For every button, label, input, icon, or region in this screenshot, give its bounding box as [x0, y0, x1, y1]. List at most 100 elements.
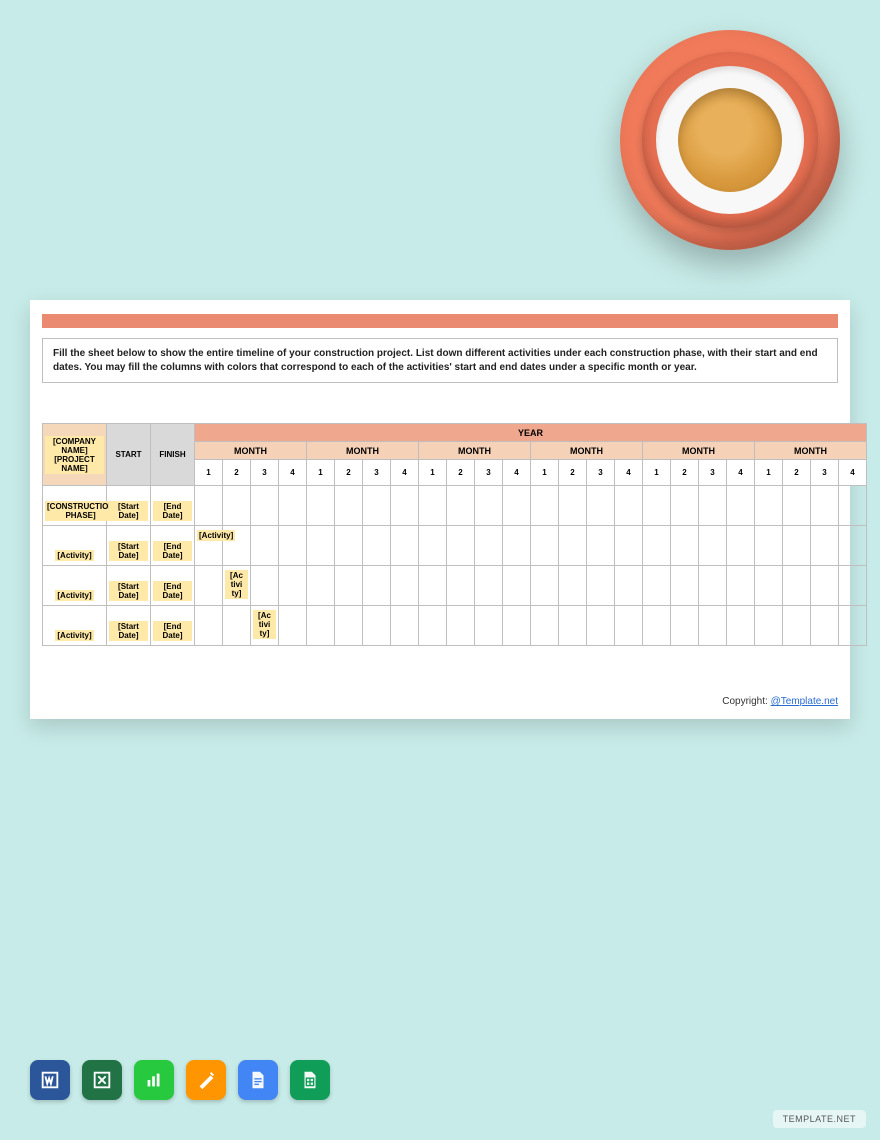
empty-cell: [755, 526, 783, 566]
empty-cell: [839, 566, 867, 606]
empty-cell: [531, 606, 559, 646]
empty-cell: [419, 526, 447, 566]
empty-cell: [811, 606, 839, 646]
empty-cell: [363, 566, 391, 606]
empty-cell: [531, 526, 559, 566]
header-week: 4: [615, 460, 643, 486]
empty-cell: [811, 486, 839, 526]
empty-cell: [615, 566, 643, 606]
instruction-text: Fill the sheet below to show the entire …: [42, 338, 838, 383]
empty-cell: [783, 486, 811, 526]
row-end: [End Date]: [151, 486, 195, 526]
row-start: [Start Date]: [107, 526, 151, 566]
empty-cell: [307, 486, 335, 526]
empty-cell: [307, 606, 335, 646]
empty-cell: [391, 526, 419, 566]
empty-cell: [755, 606, 783, 646]
empty-cell: [251, 526, 279, 566]
header-week: 4: [279, 460, 307, 486]
watermark: TEMPLATE.NET: [773, 1110, 866, 1128]
empty-cell: [223, 486, 251, 526]
app-icons-row: [30, 1060, 330, 1100]
empty-cell: [363, 606, 391, 646]
empty-cell: [643, 486, 671, 526]
header-week: 2: [335, 460, 363, 486]
header-month: MONTH: [419, 442, 531, 460]
copyright-link[interactable]: @Template.net: [771, 696, 838, 707]
empty-cell: [251, 566, 279, 606]
empty-cell: [531, 566, 559, 606]
empty-cell: [475, 526, 503, 566]
table-row: [Activity][Start Date][End Date][Ac tivi…: [43, 606, 867, 646]
empty-cell: [783, 606, 811, 646]
pages-icon[interactable]: [186, 1060, 226, 1100]
empty-cell: [643, 566, 671, 606]
empty-cell: [251, 486, 279, 526]
activity-cell: [Ac tivi ty]: [251, 606, 279, 646]
header-week: 4: [727, 460, 755, 486]
empty-cell: [307, 566, 335, 606]
table-row: [Activity][Start Date][End Date][Ac tivi…: [43, 566, 867, 606]
header-week: 3: [363, 460, 391, 486]
empty-cell: [195, 566, 223, 606]
empty-cell: [699, 486, 727, 526]
excel-icon[interactable]: [82, 1060, 122, 1100]
empty-cell: [783, 566, 811, 606]
header-week: 4: [391, 460, 419, 486]
empty-cell: [755, 486, 783, 526]
header-week: 1: [307, 460, 335, 486]
empty-cell: [475, 566, 503, 606]
empty-cell: [335, 526, 363, 566]
empty-cell: [615, 486, 643, 526]
word-icon[interactable]: [30, 1060, 70, 1100]
empty-cell: [727, 526, 755, 566]
header-week: 2: [223, 460, 251, 486]
header-week: 4: [839, 460, 867, 486]
empty-cell: [559, 566, 587, 606]
header-company-project: [COMPANY NAME] [PROJECT NAME]: [43, 424, 107, 486]
gantt-table: [COMPANY NAME] [PROJECT NAME]STARTFINISH…: [42, 423, 867, 646]
empty-cell: [475, 486, 503, 526]
header-week: 1: [419, 460, 447, 486]
header-month: MONTH: [755, 442, 867, 460]
empty-cell: [559, 486, 587, 526]
header-month: MONTH: [643, 442, 755, 460]
row-end: [End Date]: [151, 566, 195, 606]
header-start: START: [107, 424, 151, 486]
row-start: [Start Date]: [107, 486, 151, 526]
empty-cell: [643, 606, 671, 646]
row-label: [Activity]: [43, 566, 107, 606]
header-week: 1: [531, 460, 559, 486]
empty-cell: [587, 566, 615, 606]
activity-cell: [Activity]: [195, 526, 223, 566]
empty-cell: [335, 486, 363, 526]
empty-cell: [671, 566, 699, 606]
empty-cell: [615, 526, 643, 566]
numbers-icon[interactable]: [134, 1060, 174, 1100]
document-sheet: Fill the sheet below to show the entire …: [30, 300, 850, 719]
header-week: 2: [447, 460, 475, 486]
empty-cell: [195, 606, 223, 646]
empty-cell: [783, 526, 811, 566]
row-start: [Start Date]: [107, 606, 151, 646]
empty-cell: [503, 526, 531, 566]
empty-cell: [699, 566, 727, 606]
empty-cell: [755, 566, 783, 606]
empty-cell: [503, 566, 531, 606]
header-week: 1: [643, 460, 671, 486]
header-week: 3: [811, 460, 839, 486]
row-label: [CONSTRUCTION PHASE]: [43, 486, 107, 526]
empty-cell: [447, 566, 475, 606]
empty-cell: [307, 526, 335, 566]
empty-cell: [727, 486, 755, 526]
header-month: MONTH: [195, 442, 307, 460]
empty-cell: [671, 486, 699, 526]
empty-cell: [839, 606, 867, 646]
table-row: [Activity][Start Date][End Date][Activit…: [43, 526, 867, 566]
empty-cell: [447, 486, 475, 526]
empty-cell: [335, 606, 363, 646]
empty-cell: [279, 526, 307, 566]
google-docs-icon[interactable]: [238, 1060, 278, 1100]
empty-cell: [363, 486, 391, 526]
google-sheets-icon[interactable]: [290, 1060, 330, 1100]
